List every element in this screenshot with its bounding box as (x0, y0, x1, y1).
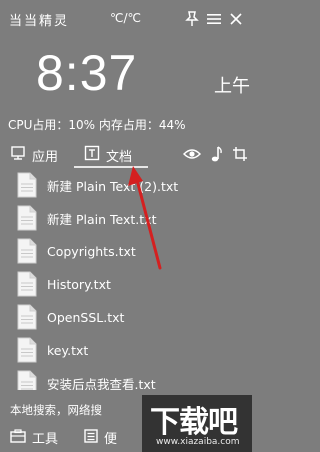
list-item[interactable]: History.txt (0, 269, 252, 299)
file-name: 新建 Plain Text (2).txt (47, 178, 179, 194)
text-file-icon (16, 172, 38, 198)
text-file-icon (16, 238, 38, 264)
clock-time: 8:37 (36, 45, 138, 101)
close-icon[interactable] (227, 10, 245, 28)
watermark-url: www.xiazaiba.com (156, 437, 240, 447)
file-name: History.txt (47, 276, 111, 292)
file-name: 安装后点我查看.txt (47, 376, 156, 391)
file-name: key.txt (47, 342, 89, 358)
pin-icon[interactable] (183, 10, 201, 28)
active-tab-indicator (74, 166, 148, 168)
document-list: 新建 Plain Text (2).txt 新建 Plain Text.txt … (0, 170, 252, 390)
toolbox-icon (10, 428, 26, 447)
tab-bar: 应用 文档 (0, 141, 252, 168)
list-item[interactable]: 新建 Plain Text.txt (0, 203, 252, 233)
tab-icon-group (183, 144, 249, 164)
clock-ampm: 上午 (214, 76, 250, 97)
tab-documents-label: 文档 (106, 149, 133, 165)
temperature-readout: ℃/℃ (110, 11, 141, 25)
list-item[interactable]: 安装后点我查看.txt (0, 368, 252, 390)
tab-apps-label: 应用 (32, 149, 59, 165)
watermark-text: 下载吧 (150, 405, 238, 440)
tools-button[interactable]: 工具 (10, 428, 58, 447)
text-file-icon (16, 370, 38, 390)
text-file-icon (16, 205, 38, 231)
list-item[interactable]: key.txt (0, 335, 252, 365)
text-file-icon (16, 271, 38, 297)
convenience-button[interactable]: 便 (84, 428, 117, 447)
list-item[interactable]: 新建 Plain Text (2).txt (0, 170, 252, 200)
search-hint[interactable]: 本地搜索，网络搜 (10, 402, 102, 418)
tab-documents[interactable]: 文档 (84, 144, 132, 166)
tab-apps[interactable]: 应用 (10, 144, 58, 166)
eye-icon[interactable] (183, 144, 201, 164)
file-name: 新建 Plain Text.txt (47, 211, 157, 227)
music-note-icon[interactable] (207, 144, 225, 164)
crop-icon[interactable] (231, 144, 249, 164)
text-file-icon (16, 304, 38, 330)
text-file-icon (16, 337, 38, 363)
system-stats: CPU占用：10% 内存占用：44% (8, 118, 186, 132)
monitor-icon (10, 145, 26, 165)
notepad-icon (84, 428, 98, 447)
list-item[interactable]: Copyrights.txt (0, 236, 252, 266)
convenience-label: 便 (104, 432, 118, 447)
top-icons (183, 10, 245, 28)
menu-icon[interactable] (205, 10, 223, 28)
app-title: 当当精灵 (9, 14, 70, 29)
top-bar: 当当精灵 ℃/℃ (0, 0, 252, 40)
file-name: OpenSSL.txt (47, 309, 125, 325)
tools-label: 工具 (32, 432, 59, 447)
text-doc-icon (84, 145, 100, 165)
watermark-logo: 下载吧 www.xiazaiba.com (142, 395, 252, 452)
list-item[interactable]: OpenSSL.txt (0, 302, 252, 332)
file-name: Copyrights.txt (47, 243, 136, 259)
